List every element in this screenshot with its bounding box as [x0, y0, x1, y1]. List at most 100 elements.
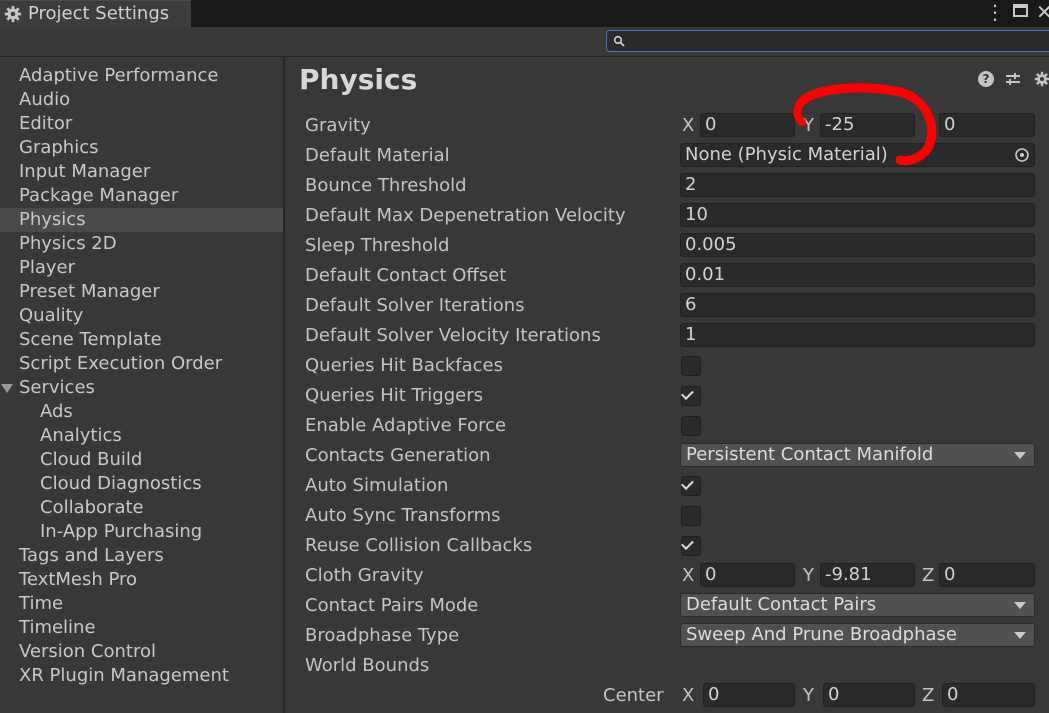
sidebar-item-editor[interactable]: Editor [0, 112, 283, 136]
center-y-axis-label: Y [803, 685, 814, 706]
center-x-field[interactable]: 0 [703, 683, 795, 707]
sidebar-item-input-manager[interactable]: Input Manager [0, 160, 283, 184]
sidebar-item-services[interactable]: Services [0, 376, 283, 400]
close-icon[interactable]: ✕ [1036, 0, 1049, 24]
sidebar-item-time[interactable]: Time [0, 592, 283, 616]
sidebar-item-ads[interactable]: Ads [0, 400, 283, 424]
auto-simulation-label: Auto Simulation [305, 475, 449, 496]
bounce-threshold-field[interactable]: 2 [680, 173, 1035, 197]
auto-sync-transforms-checkbox[interactable] [681, 506, 701, 526]
cloth-gravity-x-field[interactable]: 0 [700, 563, 795, 587]
broadphase-type-dropdown[interactable]: Sweep And Prune Broadphase [680, 623, 1035, 647]
sidebar-item-label: Services [19, 377, 95, 398]
gravity-x-field[interactable]: 0 [700, 113, 795, 137]
sidebar-item-adaptive-performance[interactable]: Adaptive Performance [0, 64, 283, 88]
gravity-z-field[interactable]: 0 [939, 113, 1035, 137]
window-title-bar: Project Settings ⋮ ✕ [0, 0, 1049, 27]
gear-icon [4, 5, 22, 23]
solver-iterations-field[interactable]: 6 [680, 293, 1035, 317]
sidebar-item-label: Script Execution Order [19, 353, 223, 374]
contact-pairs-mode-dropdown[interactable]: Default Contact Pairs [680, 593, 1035, 617]
sidebar-item-label: Timeline [19, 617, 96, 638]
sidebar-item-label: Quality [19, 305, 84, 326]
sidebar-item-collaborate[interactable]: Collaborate [0, 496, 283, 520]
sidebar-item-label: Tags and Layers [19, 545, 164, 566]
sidebar-item-physics[interactable]: Physics [0, 208, 283, 232]
cloth-gravity-x-axis-label: X [682, 565, 695, 586]
sidebar-item-script-execution-order[interactable]: Script Execution Order [0, 352, 283, 376]
queries-hit-triggers-checkbox[interactable] [681, 386, 701, 406]
default-material-field[interactable]: None (Physic Material) [680, 143, 1035, 167]
sidebar-item-version-control[interactable]: Version Control [0, 640, 283, 664]
contacts-generation-dropdown[interactable]: Persistent Contact Manifold [680, 443, 1035, 467]
sidebar-item-label: Input Manager [19, 161, 151, 182]
sidebar-item-graphics[interactable]: Graphics [0, 136, 283, 160]
check-icon [681, 387, 694, 400]
sidebar-item-cloud-diagnostics[interactable]: Cloud Diagnostics [0, 472, 283, 496]
toolbar [0, 27, 1049, 57]
sidebar-item-quality[interactable]: Quality [0, 304, 283, 328]
enable-adaptive-force-checkbox[interactable] [681, 416, 701, 436]
sidebar-item-preset-manager[interactable]: Preset Manager [0, 280, 283, 304]
sidebar-item-physics-2d[interactable]: Physics 2D [0, 232, 283, 256]
sidebar-item-label: Collaborate [40, 497, 144, 518]
gravity-y-field[interactable]: -25 [820, 113, 915, 137]
contacts-generation-value: Persistent Contact Manifold [686, 444, 934, 465]
sidebar-item-scene-template[interactable]: Scene Template [0, 328, 283, 352]
queries-hit-backfaces-checkbox[interactable] [681, 356, 701, 376]
queries-hit-backfaces-label: Queries Hit Backfaces [305, 355, 503, 376]
sidebar-item-in-app-purchasing[interactable]: In-App Purchasing [0, 520, 283, 544]
sidebar-item-label: Scene Template [19, 329, 162, 350]
check-icon [681, 477, 694, 490]
auto-simulation-checkbox[interactable] [681, 476, 701, 496]
sidebar-item-audio[interactable]: Audio [0, 88, 283, 112]
default-material-value: None (Physic Material) [685, 144, 888, 165]
sidebar-item-label: Editor [19, 113, 73, 134]
gravity-x-axis-label: X [682, 115, 695, 136]
sidebar-item-label: Cloud Diagnostics [40, 473, 202, 494]
sidebar-item-label: Adaptive Performance [19, 65, 219, 86]
cloth-gravity-y-field[interactable]: -9.81 [820, 563, 915, 587]
reuse-collision-callbacks-label: Reuse Collision Callbacks [305, 535, 533, 556]
search-input[interactable] [606, 30, 1049, 52]
cloth-gravity-z-field[interactable]: 0 [939, 563, 1035, 587]
center-z-field[interactable]: 0 [942, 683, 1035, 707]
presets-sliders-icon[interactable] [1005, 71, 1021, 87]
sidebar-item-analytics[interactable]: Analytics [0, 424, 283, 448]
cloth-gravity-z-axis-label: Z [922, 565, 935, 586]
gravity-label: Gravity [305, 115, 371, 136]
center-z-axis-label: Z [922, 685, 935, 706]
physics-settings-panel: Physics ? Gravity X 0 Y -25 0 Default Ma… [285, 57, 1049, 713]
more-options-icon[interactable]: ⋮ [985, 2, 1005, 24]
sidebar-item-cloud-build[interactable]: Cloud Build [0, 448, 283, 472]
sidebar-item-label: Ads [40, 401, 73, 422]
settings-gear-icon[interactable] [1034, 71, 1049, 87]
reuse-collision-callbacks-checkbox[interactable] [681, 536, 701, 556]
help-icon[interactable]: ? [978, 71, 994, 87]
foldout-arrow-icon[interactable] [1, 384, 13, 393]
sidebar-item-timeline[interactable]: Timeline [0, 616, 283, 640]
broadphase-type-value: Sweep And Prune Broadphase [686, 624, 958, 645]
sidebar-item-tags-and-layers[interactable]: Tags and Layers [0, 544, 283, 568]
enable-adaptive-force-label: Enable Adaptive Force [305, 415, 507, 436]
window-title: Project Settings [28, 3, 170, 24]
max-depenetration-velocity-field[interactable]: 10 [680, 203, 1035, 227]
sleep-threshold-field[interactable]: 0.005 [680, 233, 1035, 257]
sidebar-item-player[interactable]: Player [0, 256, 283, 280]
project-settings-tab[interactable]: Project Settings [0, 0, 191, 27]
sidebar-item-package-manager[interactable]: Package Manager [0, 184, 283, 208]
cloth-gravity-y-axis-label: Y [803, 565, 814, 586]
sidebar-item-label: In-App Purchasing [40, 521, 203, 542]
page-title: Physics [299, 63, 418, 96]
sidebar-item-label: Version Control [19, 641, 156, 662]
contact-offset-field[interactable]: 0.01 [680, 263, 1035, 287]
maximize-icon[interactable] [1013, 4, 1028, 17]
sidebar-item-label: Cloud Build [40, 449, 143, 470]
object-picker-icon[interactable] [1014, 147, 1030, 163]
sidebar-item-xr-plugin-management[interactable]: XR Plugin Management [0, 664, 283, 688]
sidebar-item-label: Time [19, 593, 64, 614]
queries-hit-triggers-label: Queries Hit Triggers [305, 385, 483, 406]
sidebar-item-textmesh-pro[interactable]: TextMesh Pro [0, 568, 283, 592]
center-y-field[interactable]: 0 [823, 683, 915, 707]
solver-velocity-iterations-field[interactable]: 1 [680, 323, 1035, 347]
